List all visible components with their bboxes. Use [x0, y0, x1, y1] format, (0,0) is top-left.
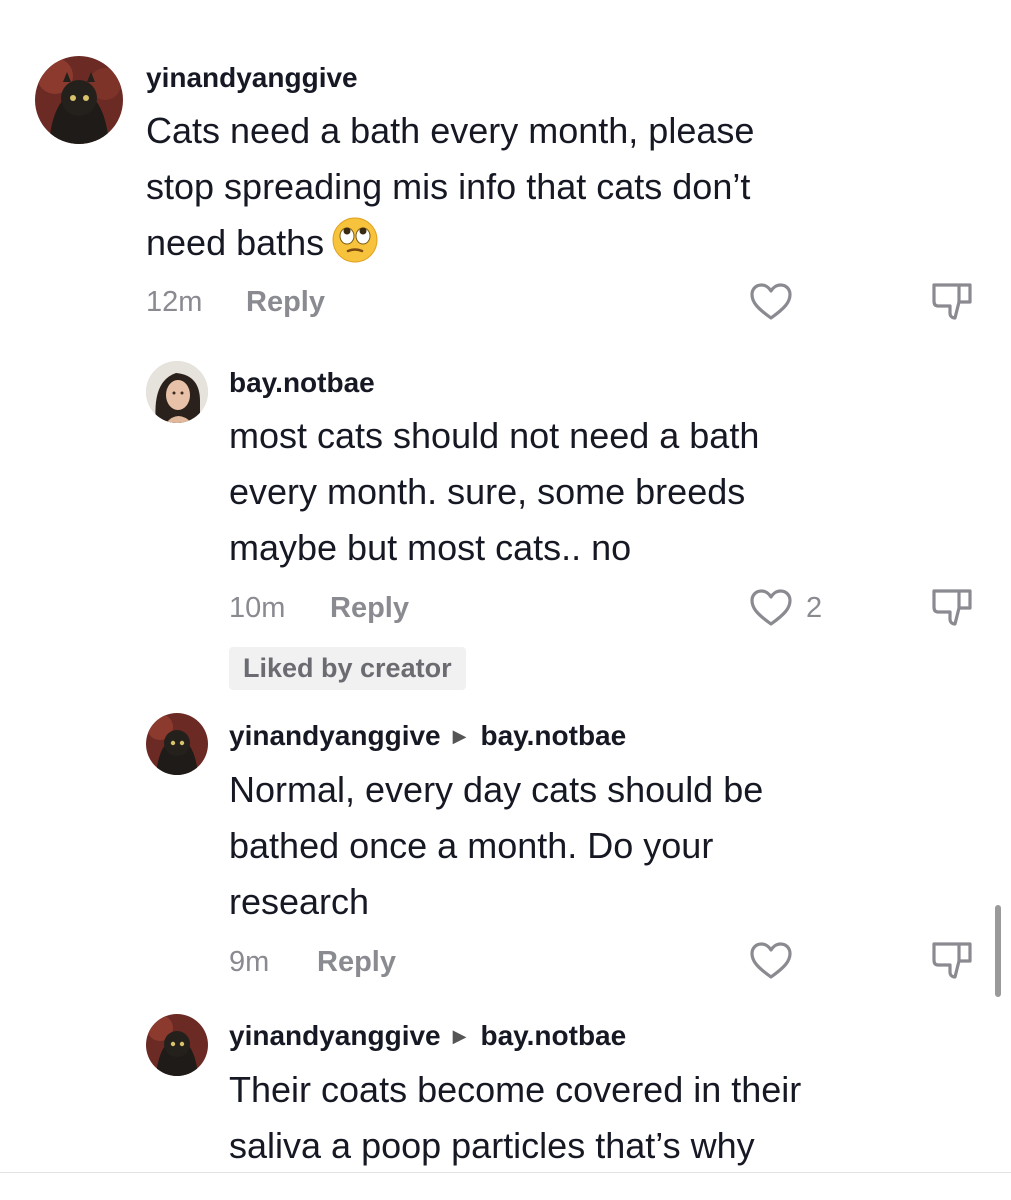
face-with-rolling-eyes-emoji	[332, 217, 378, 263]
avatar[interactable]	[146, 1014, 208, 1076]
dislike-icon[interactable]	[930, 939, 974, 988]
username[interactable]: bay.notbae	[229, 367, 375, 399]
comment-line: need baths	[146, 215, 754, 271]
username: yinandyanggive ▶ bay.notbae	[229, 720, 626, 752]
comment-line: saliva a poop particles that’s why	[229, 1125, 755, 1166]
liked-by-creator-badge: Liked by creator	[229, 647, 466, 690]
author-name[interactable]: yinandyanggive	[229, 1020, 441, 1051]
comment-text: most cats should not need a bath every m…	[229, 408, 759, 576]
divider	[0, 1172, 1011, 1173]
reply-to-name[interactable]: bay.notbae	[480, 720, 626, 751]
heart-icon[interactable]	[749, 588, 793, 633]
dislike-icon[interactable]	[930, 280, 974, 329]
comment-line: Cats need a bath every month, please	[146, 110, 755, 151]
username: yinandyanggive ▶ bay.notbae	[229, 1020, 626, 1052]
comment-text: Normal, every day cats should be bathed …	[229, 762, 763, 930]
comment-text: Their coats become covered in their sali…	[229, 1062, 801, 1174]
timestamp: 10m	[229, 592, 286, 624]
comment-line: every month. sure, some breeds	[229, 471, 746, 512]
comment-line: bathed once a month. Do your	[229, 825, 714, 866]
avatar[interactable]	[146, 713, 208, 775]
avatar[interactable]	[35, 56, 123, 144]
comment-text: Cats need a bath every month, please sto…	[146, 103, 754, 271]
timestamp: 12m	[146, 286, 203, 318]
comment-line: Their coats become covered in their	[229, 1069, 802, 1110]
heart-icon[interactable]	[749, 282, 793, 327]
reply-to-arrow-icon: ▶	[452, 726, 467, 746]
author-name[interactable]: yinandyanggive	[229, 720, 441, 751]
avatar[interactable]	[146, 361, 208, 423]
dislike-icon[interactable]	[930, 586, 974, 635]
username[interactable]: yinandyanggive	[146, 62, 358, 94]
timestamp: 9m	[229, 946, 270, 978]
heart-icon[interactable]	[749, 941, 793, 986]
comment-line: Normal, every day cats should be	[229, 769, 764, 810]
reply-button[interactable]: Reply	[317, 946, 396, 979]
comment-line: research	[229, 881, 370, 922]
scrollbar[interactable]	[995, 905, 1001, 997]
reply-to-name[interactable]: bay.notbae	[480, 1020, 626, 1051]
reply-button[interactable]: Reply	[330, 592, 409, 625]
reply-to-arrow-icon: ▶	[452, 1026, 467, 1046]
comment-line: stop spreading mis info that cats don’t	[146, 166, 751, 207]
comment-line: maybe but most cats.. no	[229, 527, 632, 568]
comment-line: most cats should not need a bath	[229, 415, 760, 456]
like-count: 2	[806, 592, 823, 624]
comment-line-text: need baths	[146, 222, 325, 263]
reply-button[interactable]: Reply	[246, 286, 325, 319]
